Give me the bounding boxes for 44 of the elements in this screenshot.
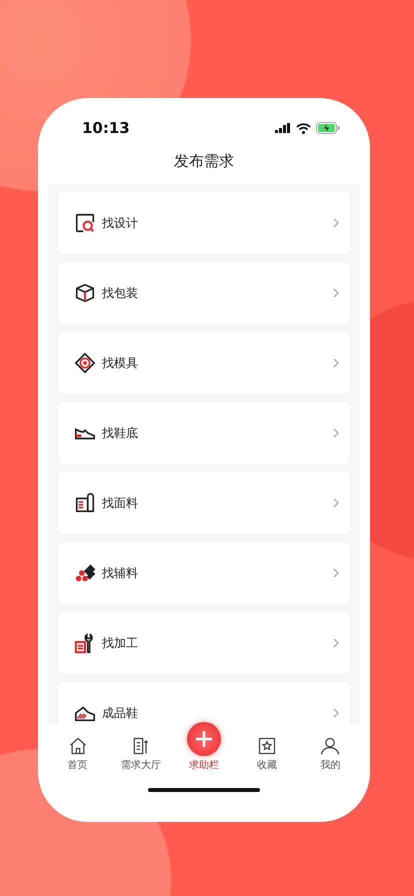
- person-icon: [320, 736, 340, 756]
- category-label: 找模具: [102, 354, 139, 372]
- chevron-right-icon: [332, 218, 340, 228]
- home-icon: [68, 736, 88, 756]
- chevron-right-icon: [332, 708, 340, 718]
- chevron-right-icon: [332, 498, 340, 508]
- tab-bar-item[interactable]: 首页: [48, 736, 107, 772]
- tab-bar-item[interactable]: 我的: [301, 736, 360, 772]
- target-icon: [74, 352, 96, 374]
- category-label: 找设计: [102, 214, 139, 232]
- wrench-icon: [74, 632, 96, 654]
- page-title: 发布需求: [174, 152, 234, 172]
- category-label: 找包装: [102, 284, 139, 302]
- category-label: 成品鞋: [102, 704, 139, 722]
- box-icon: [74, 282, 96, 304]
- chevron-right-icon: [332, 288, 340, 298]
- category-label: 找鞋底: [102, 424, 139, 442]
- category-label: 找面料: [102, 494, 139, 512]
- category-item[interactable]: 找模具: [58, 332, 350, 394]
- tab-bar-item[interactable]: 收藏: [238, 736, 296, 772]
- category-item[interactable]: 找鞋底: [58, 402, 350, 464]
- signal-icon: [275, 123, 291, 133]
- category-item[interactable]: 找辅料: [58, 542, 350, 604]
- spools-icon: [74, 562, 96, 584]
- category-item[interactable]: 找包装: [58, 262, 350, 324]
- search-frame-icon: [74, 212, 96, 234]
- wifi-icon: [296, 122, 311, 134]
- category-label: 找辅料: [102, 564, 139, 582]
- document-icon: [130, 736, 151, 756]
- chevron-right-icon: [332, 428, 340, 438]
- status-time: 10:13: [82, 119, 130, 137]
- chevron-right-icon: [332, 358, 340, 368]
- battery-icon: [316, 122, 340, 134]
- chevron-right-icon: [332, 568, 340, 578]
- chevron-right-icon: [332, 638, 340, 648]
- tab-bar-item[interactable]: 需求大厅: [112, 736, 170, 772]
- fabric-roll-icon: [74, 492, 96, 514]
- category-item[interactable]: 找面料: [58, 472, 350, 534]
- tab-bar-item[interactable]: 求助栏: [174, 722, 233, 772]
- category-label: 找加工: [102, 634, 139, 652]
- category-item[interactable]: 找加工: [58, 612, 350, 674]
- plus-icon: [186, 722, 221, 756]
- category-item[interactable]: 找设计: [58, 192, 350, 254]
- category-item[interactable]: 成品鞋: [58, 682, 350, 724]
